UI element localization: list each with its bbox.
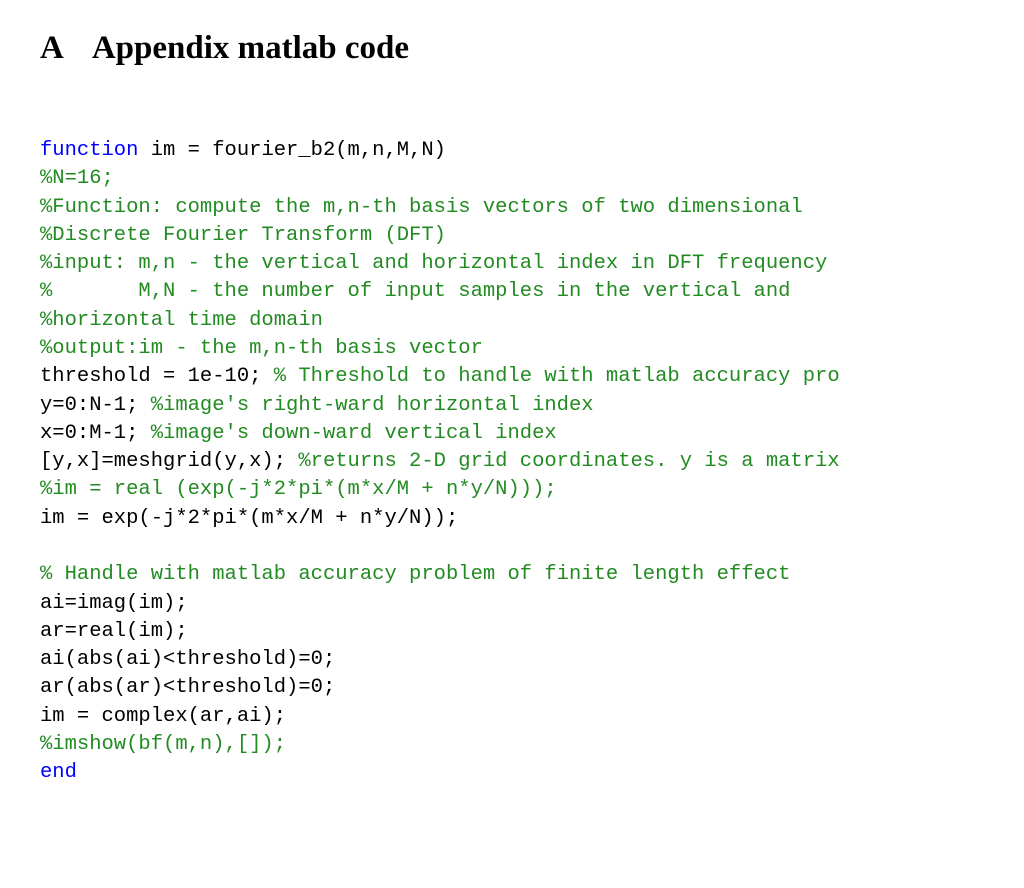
code-line: ar=real(im); xyxy=(40,618,984,646)
code-line: %horizontal time domain xyxy=(40,307,984,335)
code-text: [y,x]=meshgrid(y,x); xyxy=(40,450,298,473)
code-line: %imshow(bf(m,n),[]); xyxy=(40,731,984,759)
section-title: Appendix matlab code xyxy=(92,30,409,66)
code-text: ai(abs(ai)<threshold)=0; xyxy=(40,648,335,671)
code-line: y=0:N-1; %image's right-ward horizontal … xyxy=(40,392,984,420)
code-comment: %imshow(bf(m,n),[]); xyxy=(40,733,286,756)
code-comment: %image's down-ward vertical index xyxy=(151,422,557,445)
code-line: %Discrete Fourier Transform (DFT) xyxy=(40,222,984,250)
code-line: im = exp(-j*2*pi*(m*x/M + n*y/N)); xyxy=(40,505,984,533)
code-line: %input: m,n - the vertical and horizonta… xyxy=(40,250,984,278)
code-comment: %Discrete Fourier Transform (DFT) xyxy=(40,224,446,247)
code-line: %im = real (exp(-j*2*pi*(m*x/M + n*y/N))… xyxy=(40,476,984,504)
code-line: end xyxy=(40,759,984,787)
code-line: im = complex(ar,ai); xyxy=(40,703,984,731)
code-line: %Function: compute the m,n-th basis vect… xyxy=(40,194,984,222)
code-text: x=0:M-1; xyxy=(40,422,151,445)
code-line xyxy=(40,533,984,561)
code-comment: %input: m,n - the vertical and horizonta… xyxy=(40,252,827,275)
code-block: function im = fourier_b2(m,n,M,N)%N=16;%… xyxy=(40,137,984,787)
code-line: %N=16; xyxy=(40,165,984,193)
code-text: ar=real(im); xyxy=(40,620,188,643)
code-comment: %output:im - the m,n-th basis vector xyxy=(40,337,483,360)
code-text xyxy=(40,535,52,558)
code-comment: % Handle with matlab accuracy problem of… xyxy=(40,563,790,586)
code-comment: %returns 2-D grid coordinates. y is a ma… xyxy=(298,450,839,473)
code-line: %output:im - the m,n-th basis vector xyxy=(40,335,984,363)
code-comment: %Function: compute the m,n-th basis vect… xyxy=(40,196,803,219)
code-text: im = complex(ar,ai); xyxy=(40,705,286,728)
code-line: x=0:M-1; %image's down-ward vertical ind… xyxy=(40,420,984,448)
code-keyword: function xyxy=(40,139,138,162)
code-line: function im = fourier_b2(m,n,M,N) xyxy=(40,137,984,165)
code-line: % M,N - the number of input samples in t… xyxy=(40,278,984,306)
code-line: threshold = 1e-10; % Threshold to handle… xyxy=(40,363,984,391)
code-line: ai=imag(im); xyxy=(40,590,984,618)
code-text: im = exp(-j*2*pi*(m*x/M + n*y/N)); xyxy=(40,507,458,530)
code-comment: %horizontal time domain xyxy=(40,309,323,332)
code-text: y=0:N-1; xyxy=(40,394,151,417)
code-comment: %image's right-ward horizontal index xyxy=(151,394,594,417)
code-line: ai(abs(ai)<threshold)=0; xyxy=(40,646,984,674)
code-text: threshold = 1e-10; xyxy=(40,365,274,388)
code-comment: %im = real (exp(-j*2*pi*(m*x/M + n*y/N))… xyxy=(40,478,557,501)
code-keyword: end xyxy=(40,761,77,784)
code-comment: %N=16; xyxy=(40,167,114,190)
code-line: [y,x]=meshgrid(y,x); %returns 2-D grid c… xyxy=(40,448,984,476)
code-text: ai=imag(im); xyxy=(40,592,188,615)
section-heading: A Appendix matlab code xyxy=(40,30,984,67)
code-text: ar(abs(ar)<threshold)=0; xyxy=(40,676,335,699)
code-line: % Handle with matlab accuracy problem of… xyxy=(40,561,984,589)
section-label: A xyxy=(40,30,64,66)
code-comment: % M,N - the number of input samples in t… xyxy=(40,280,790,303)
code-comment: % Threshold to handle with matlab accura… xyxy=(274,365,840,388)
code-text: im = fourier_b2(m,n,M,N) xyxy=(138,139,446,162)
code-line: ar(abs(ar)<threshold)=0; xyxy=(40,674,984,702)
